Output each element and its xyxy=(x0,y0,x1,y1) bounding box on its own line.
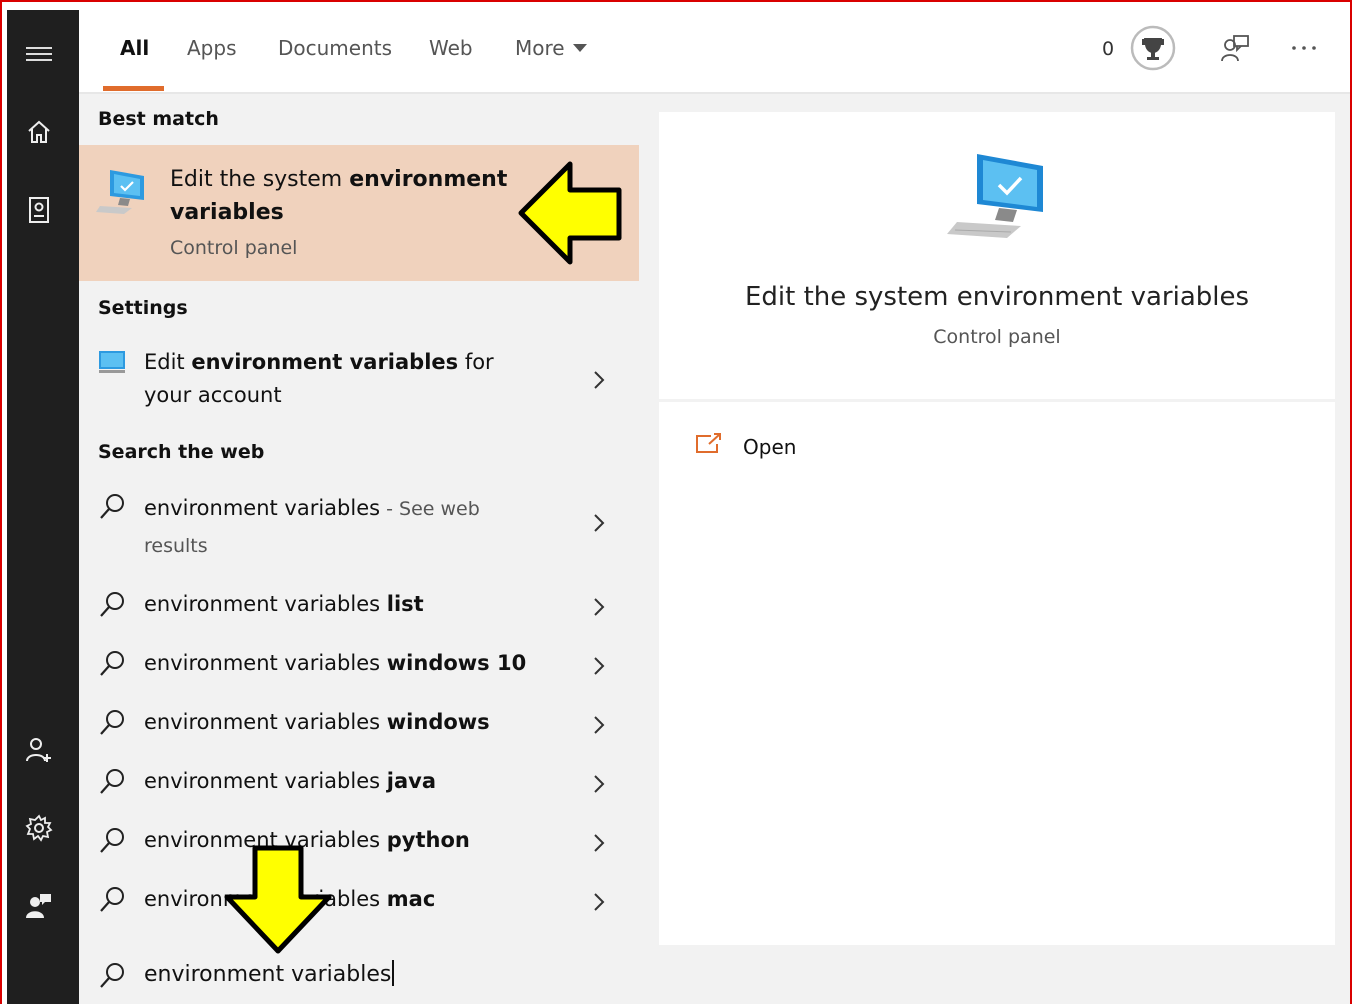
person-add-icon[interactable] xyxy=(21,732,57,768)
best-match-title: Edit the system environment variables xyxy=(170,163,530,229)
gear-icon[interactable] xyxy=(21,810,57,846)
detail-card: Edit the system environment variables Co… xyxy=(659,112,1335,399)
chevron-right-icon[interactable] xyxy=(592,773,606,799)
detail-actions: Open xyxy=(659,402,1335,945)
web-suggestion-plain: environment variables xyxy=(144,769,387,793)
search-icon xyxy=(98,886,126,918)
tab-documents[interactable]: Documents xyxy=(278,36,392,60)
web-suggestion-label: environment variables windows xyxy=(144,710,490,734)
web-result-first-text: environment variables xyxy=(144,496,381,520)
web-suggestion-bold: mac xyxy=(386,887,436,911)
web-suggestion-bold: python xyxy=(386,828,470,852)
web-suggestion-item[interactable]: environment variables windows xyxy=(79,697,639,753)
web-suggestion-label: environment variables list xyxy=(144,592,424,616)
filter-tabs-bar: All Apps Documents Web More 0 xyxy=(79,10,1350,94)
left-rail xyxy=(7,10,79,1004)
settings-label-pre: Edit xyxy=(144,350,192,374)
person-feedback-icon[interactable] xyxy=(1220,34,1252,66)
web-suggestion-item[interactable]: environment variables windows 10 xyxy=(79,638,639,694)
search-icon xyxy=(98,709,126,741)
search-icon xyxy=(98,937,126,945)
search-icon xyxy=(98,650,126,682)
active-tab-indicator xyxy=(103,86,164,91)
home-icon[interactable] xyxy=(21,114,57,150)
open-external-icon xyxy=(695,432,723,460)
detail-title: Edit the system environment variables xyxy=(744,282,1250,312)
chevron-right-icon[interactable] xyxy=(592,832,606,858)
left-arrow-annotation-icon xyxy=(518,161,622,265)
web-suggestion-plain: environment variables xyxy=(144,710,387,734)
settings-label-bold: environment variables xyxy=(191,350,459,374)
web-suggestion-item[interactable]: environment variables mac xyxy=(79,874,639,930)
settings-result[interactable]: Edit environment variables for your acco… xyxy=(79,339,639,419)
best-match-title-plain: Edit the system xyxy=(170,167,350,192)
chevron-down-icon xyxy=(572,43,587,52)
web-suggestion-bold: list xyxy=(386,592,424,616)
text-cursor xyxy=(392,960,395,986)
web-result-first[interactable]: environment variables - See web results xyxy=(79,482,639,562)
tab-more-label: More xyxy=(515,36,565,60)
search-icon xyxy=(98,768,126,800)
search-icon xyxy=(98,827,126,859)
chevron-right-icon[interactable] xyxy=(592,369,606,395)
search-icon xyxy=(98,493,126,525)
tab-more[interactable]: More xyxy=(515,36,587,60)
best-match-subtitle: Control panel xyxy=(170,237,298,259)
hamburger-icon[interactable] xyxy=(21,36,57,72)
web-suggestion-plain: environment variables xyxy=(144,651,387,675)
search-icon xyxy=(98,591,126,623)
web-suggestion-item[interactable]: environment variables python xyxy=(79,815,639,871)
chevron-right-icon[interactable] xyxy=(592,891,606,917)
settings-result-label: Edit environment variables for your acco… xyxy=(144,346,544,412)
settings-heading: Settings xyxy=(98,297,188,319)
computer-large-icon xyxy=(947,152,1047,248)
trophy-icon[interactable] xyxy=(1130,25,1176,71)
chevron-right-icon[interactable] xyxy=(592,714,606,740)
search-web-heading: Search the web xyxy=(98,441,265,463)
web-suggestion-bold: java xyxy=(386,769,436,793)
web-suggestion-label: environment variables java xyxy=(144,769,436,793)
web-result-first-label: environment variables - See web results xyxy=(144,490,544,564)
detail-subtitle: Control panel xyxy=(933,326,1061,348)
down-arrow-annotation-icon xyxy=(224,845,332,954)
best-match-heading: Best match xyxy=(98,108,219,130)
web-result-partial[interactable] xyxy=(79,937,639,945)
web-suggestion-item[interactable]: environment variables java xyxy=(79,756,639,812)
search-input[interactable]: environment variables xyxy=(144,960,395,988)
web-suggestion-label: environment variables windows 10 xyxy=(144,651,526,675)
open-label: Open xyxy=(743,435,797,459)
monitor-icon xyxy=(98,350,126,378)
computer-icon xyxy=(96,166,152,220)
chevron-right-icon[interactable] xyxy=(592,512,606,538)
chevron-right-icon[interactable] xyxy=(592,596,606,622)
chevron-right-icon[interactable] xyxy=(592,655,606,681)
tab-web[interactable]: Web xyxy=(429,36,473,60)
web-suggestion-item[interactable]: environment variables list xyxy=(79,579,639,635)
web-suggestion-plain: environment variables xyxy=(144,592,387,616)
rewards-points: 0 xyxy=(1102,38,1115,60)
search-input-value: environment variables xyxy=(144,962,392,987)
search-icon xyxy=(98,962,126,994)
notebook-icon[interactable] xyxy=(21,192,57,228)
tab-all[interactable]: All xyxy=(120,36,149,60)
web-suggestion-bold: windows xyxy=(386,710,490,734)
tab-apps[interactable]: Apps xyxy=(187,36,237,60)
web-suggestion-bold: windows 10 xyxy=(386,651,527,675)
feedback-icon[interactable] xyxy=(21,888,57,924)
more-options-icon[interactable] xyxy=(1290,38,1320,58)
